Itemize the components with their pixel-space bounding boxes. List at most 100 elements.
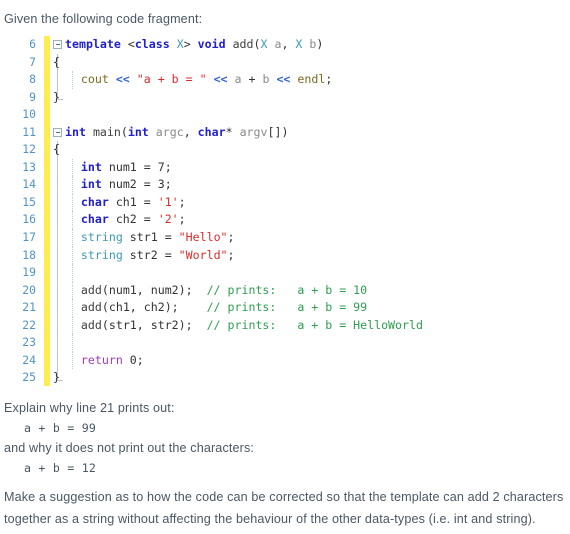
code-editor: 6 template <class X> void add(X a, X b) 7{… <box>0 36 570 386</box>
code-token: // prints: a + b = 10 <box>206 282 368 297</box>
code-text: return 0; <box>53 352 144 370</box>
code-token: ; <box>178 194 186 209</box>
change-bar <box>44 369 50 386</box>
code-token: = <box>143 177 158 192</box>
exercise-page: Given the following code fragment: 6 temp… <box>0 0 570 534</box>
intro-text: Given the following code fragment: <box>4 12 203 26</box>
code-token: int <box>65 124 86 139</box>
change-bar <box>44 211 50 230</box>
code-token: (ch1, ch2); <box>101 300 207 315</box>
line-number: 10 <box>22 107 36 122</box>
code-token: ; <box>227 230 235 245</box>
code-token: 0 <box>129 352 137 367</box>
line-number: 21 <box>22 300 36 315</box>
code-token: ( <box>253 37 261 51</box>
code-text: { <box>53 141 60 159</box>
line-number: 25 <box>22 370 36 385</box>
code-token: add <box>80 282 102 297</box>
change-bar <box>44 176 50 194</box>
code-token: []) <box>267 124 289 139</box>
code-token: argv <box>239 124 268 139</box>
fold-collapse-icon[interactable] <box>53 40 62 49</box>
change-bar <box>44 334 50 352</box>
code-token: char <box>80 212 109 227</box>
code-line: 18 string str2 = "World"; <box>0 246 570 265</box>
indent-guide <box>72 264 73 282</box>
code-text: { <box>53 54 60 72</box>
code-token: return <box>80 352 123 367</box>
code-token: = <box>164 247 179 262</box>
code-token: 3 <box>157 177 165 192</box>
code-token: void <box>197 37 226 51</box>
code-token: << <box>213 72 228 87</box>
code-token: '2' <box>157 212 179 227</box>
code-token: { <box>53 142 60 157</box>
line-number: 23 <box>22 335 36 350</box>
code-line: 17 string str1 = "Hello"; <box>0 229 570 247</box>
code-token: (str1, str2); <box>101 317 207 332</box>
change-bar <box>44 71 50 89</box>
code-token: str2 <box>122 247 165 262</box>
change-bar <box>44 141 50 159</box>
line-number: 20 <box>22 282 36 297</box>
code-line: 10 <box>0 106 570 124</box>
code-token: } <box>53 370 60 385</box>
code-text: string str2 = "World"; <box>53 247 235 265</box>
line-number: 17 <box>22 230 36 245</box>
code-token: ; <box>136 352 144 367</box>
question-1-prompt: Explain why line 21 prints out: <box>4 401 175 415</box>
code-token: ch2 <box>108 212 144 227</box>
code-line: 24 return 0; <box>0 351 570 370</box>
code-line: 9} <box>0 88 570 107</box>
line-number: 22 <box>22 317 36 332</box>
code-token: ; <box>325 72 333 87</box>
line-number: 13 <box>22 159 36 174</box>
change-bar <box>44 106 50 124</box>
code-token: a <box>234 72 242 87</box>
change-bar <box>44 299 50 317</box>
code-token: } <box>53 89 60 104</box>
change-bar <box>44 281 50 300</box>
code-token: ; <box>227 247 235 262</box>
code-token: (num1, num2); <box>101 282 207 297</box>
code-token: endl <box>297 72 326 87</box>
code-token: ) <box>316 37 324 51</box>
code-text: int num2 = 3; <box>53 176 172 194</box>
line-number: 16 <box>22 212 36 227</box>
code-token: "World" <box>178 247 228 262</box>
code-text: } <box>53 89 60 107</box>
line-number: 11 <box>22 124 36 139</box>
code-token: // prints: a + b = 99 <box>206 300 368 315</box>
change-bar <box>44 351 50 370</box>
code-line: 16 char ch2 = '2'; <box>0 211 570 230</box>
code-token: int <box>80 177 102 192</box>
question-1-output: a + b = 99 <box>24 421 97 435</box>
code-token: ; <box>164 177 172 192</box>
indent-guide <box>72 334 73 352</box>
code-line: 6 template <class X> void add(X a, X b) <box>0 36 570 54</box>
code-text: int main(int argc, char* argv[]) <box>65 124 288 142</box>
change-bar <box>44 193 50 212</box>
line-number: 24 <box>22 352 36 367</box>
code-line: 21 add(ch1, ch2); // prints: a + b = 99 <box>0 299 570 317</box>
line-number: 14 <box>22 177 36 192</box>
code-token: X <box>176 37 184 51</box>
line-number: 18 <box>22 247 36 262</box>
code-token: = <box>164 230 179 245</box>
code-token: = <box>143 212 158 227</box>
code-token: ; <box>164 159 172 174</box>
change-bar <box>44 53 50 72</box>
change-bar <box>44 316 50 335</box>
code-token: , <box>183 124 198 139</box>
code-token: add <box>80 300 102 315</box>
code-token: 7 <box>157 159 165 174</box>
code-line: 14 int num2 = 3; <box>0 176 570 194</box>
fold-collapse-icon[interactable] <box>53 127 62 137</box>
